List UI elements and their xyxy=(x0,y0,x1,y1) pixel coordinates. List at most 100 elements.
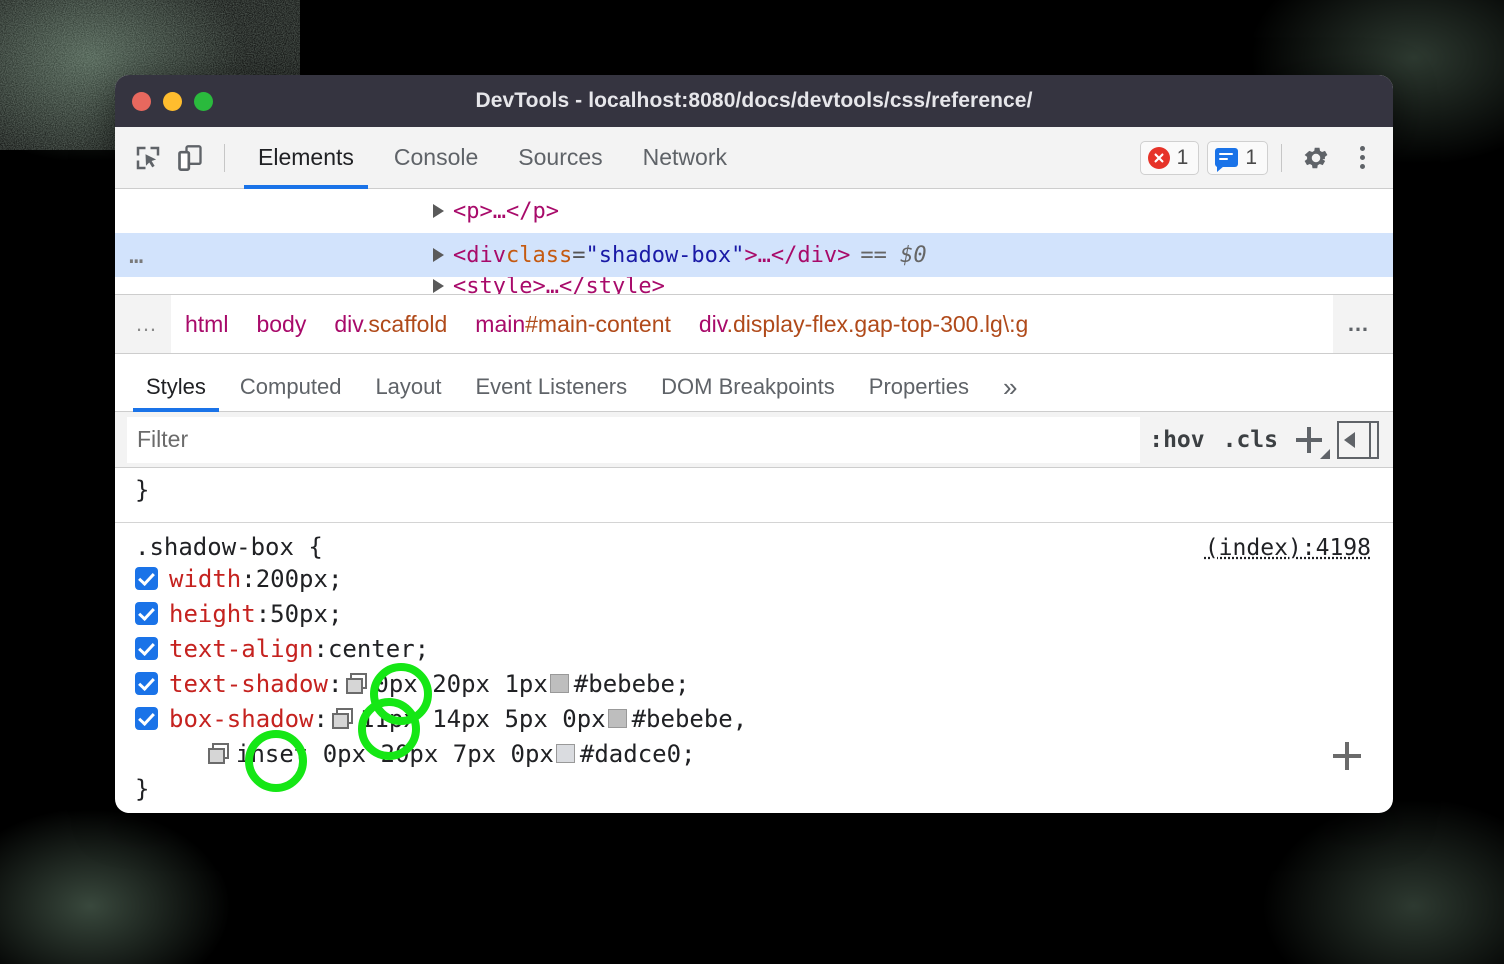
breadcrumb-overflow-left[interactable]: … xyxy=(115,295,171,353)
styles-sidebar-tabs: Styles Computed Layout Event Listeners D… xyxy=(115,354,1393,412)
message-count-label: 1 xyxy=(1245,146,1257,170)
declaration-width[interactable]: width: 200px; xyxy=(115,561,1393,596)
dom-node-div-close: </div> xyxy=(771,243,850,268)
declaration-color-text[interactable]: #dadce0; xyxy=(580,740,696,768)
dom-row[interactable]: <p>…</p> xyxy=(115,189,1393,233)
breadcrumb-item-div-flex[interactable]: div.display-flex.gap-top-300.lg\:g xyxy=(685,311,1042,338)
devtools-window: DevTools - localhost:8080/docs/devtools/… xyxy=(115,75,1393,813)
toggle-sidebar-icon[interactable] xyxy=(1337,421,1379,459)
error-count-badge[interactable]: 1 xyxy=(1140,141,1200,175)
message-icon xyxy=(1215,148,1238,167)
window-titlebar: DevTools - localhost:8080/docs/devtools/… xyxy=(115,75,1393,127)
rule-origin-link[interactable]: (index):4198 xyxy=(1205,535,1371,561)
declaration-property[interactable]: box-shadow xyxy=(169,705,314,733)
panel-tabs: Elements Console Sources Network xyxy=(238,127,747,188)
tab-styles[interactable]: Styles xyxy=(129,374,223,411)
rule-selector[interactable]: .shadow-box { xyxy=(135,533,323,561)
breadcrumb-item-html[interactable]: html xyxy=(171,311,242,338)
declaration-checkbox[interactable] xyxy=(135,602,158,625)
tab-sources[interactable]: Sources xyxy=(498,127,622,188)
declaration-property[interactable]: text-align xyxy=(169,635,314,663)
color-swatch[interactable] xyxy=(608,709,627,728)
declaration-value[interactable]: center; xyxy=(328,635,429,663)
toggle-class-button[interactable]: .cls xyxy=(1214,427,1287,453)
tab-dom-breakpoints[interactable]: DOM Breakpoints xyxy=(644,374,852,411)
expand-triangle-icon-partial[interactable] xyxy=(433,279,444,293)
declaration-checkbox[interactable] xyxy=(135,567,158,590)
expand-triangle-icon[interactable] xyxy=(433,204,444,218)
expand-triangle-icon-selected[interactable] xyxy=(433,248,444,262)
declaration-colon: : xyxy=(328,670,342,698)
declaration-value[interactable]: 50px; xyxy=(270,600,342,628)
declaration-color-text[interactable]: #bebebe, xyxy=(632,705,748,733)
dom-row-dots-selected[interactable]: … xyxy=(115,241,175,269)
close-window-button[interactable] xyxy=(132,92,151,111)
tab-computed[interactable]: Computed xyxy=(223,374,359,411)
breadcrumb-overflow-right[interactable]: … xyxy=(1333,295,1393,353)
message-count-badge[interactable]: 1 xyxy=(1207,141,1268,175)
declaration-checkbox[interactable] xyxy=(135,707,158,730)
minimize-window-button[interactable] xyxy=(163,92,182,111)
toolbar-divider-2 xyxy=(1281,144,1282,172)
breadcrumb-items: html body div.scaffold main#main-content… xyxy=(171,295,1333,353)
declaration-property[interactable]: width xyxy=(169,565,241,593)
shadow-editor-icon[interactable] xyxy=(332,708,356,730)
new-style-rule-button[interactable] xyxy=(1287,418,1331,462)
gear-icon[interactable] xyxy=(1295,137,1337,179)
declaration-box-shadow-continuation[interactable]: inset 0px 20px 7px 0px #dadce0; xyxy=(115,736,1393,771)
rule-selector-line: .shadow-box { (index):4198 xyxy=(115,533,1393,561)
styles-filter-bar: :hov .cls xyxy=(115,412,1393,468)
styles-rules-pane: } .shadow-box { (index):4198 width: 200p… xyxy=(115,468,1393,788)
inspect-element-icon[interactable] xyxy=(127,137,169,179)
breadcrumb: … html body div.scaffold main#main-conte… xyxy=(115,294,1393,354)
tab-layout[interactable]: Layout xyxy=(358,374,458,411)
declaration-text-shadow[interactable]: text-shadow: 0px 20px 1px #bebebe; xyxy=(115,666,1393,701)
breadcrumb-item-body[interactable]: body xyxy=(242,311,320,338)
device-toolbar-icon[interactable] xyxy=(169,137,211,179)
error-icon xyxy=(1148,147,1170,169)
dom-attr-value: "shadow-box" xyxy=(585,243,744,268)
declaration-property[interactable]: height xyxy=(169,600,256,628)
declaration-colon: : xyxy=(314,635,328,663)
declaration-value[interactable]: 200px; xyxy=(256,565,343,593)
tab-network[interactable]: Network xyxy=(623,127,747,188)
more-tabs-chevron-icon[interactable]: » xyxy=(986,372,1034,411)
dom-selection-marker: == $0 xyxy=(860,243,926,268)
toggle-element-state-button[interactable]: :hov xyxy=(1140,427,1213,453)
declaration-value[interactable]: inset 0px 20px 7px 0px xyxy=(236,740,554,768)
toolbar-divider xyxy=(224,144,225,172)
dom-node-div-open: <div xyxy=(453,243,506,268)
declaration-checkbox[interactable] xyxy=(135,637,158,660)
dom-node-gt: > xyxy=(744,243,757,268)
error-count-label: 1 xyxy=(1177,146,1189,170)
maximize-window-button[interactable] xyxy=(194,92,213,111)
dom-tree[interactable]: <p>…</p> … <div class="shadow-box">…</di… xyxy=(115,189,1393,294)
dom-attr-eq: = xyxy=(572,243,585,268)
dom-node-ellipsis: … xyxy=(758,243,771,268)
breadcrumb-item-div-scaffold[interactable]: div.scaffold xyxy=(320,311,461,338)
declaration-text-align[interactable]: text-align: center; xyxy=(115,631,1393,666)
color-swatch[interactable] xyxy=(556,744,575,763)
declaration-value[interactable]: 11px 14px 5px 0px xyxy=(360,705,606,733)
declaration-property[interactable]: text-shadow xyxy=(169,670,328,698)
declaration-height[interactable]: height: 50px; xyxy=(115,596,1393,631)
tab-console[interactable]: Console xyxy=(374,127,498,188)
tab-event-listeners[interactable]: Event Listeners xyxy=(459,374,645,411)
previous-rule-closing-brace: } xyxy=(115,468,1393,523)
filter-input[interactable] xyxy=(127,417,1140,463)
dom-row-partial[interactable]: <style>…</style> xyxy=(115,277,1393,294)
add-new-rule-button[interactable] xyxy=(1327,736,1367,776)
kebab-menu-icon[interactable] xyxy=(1345,138,1379,178)
breadcrumb-item-main-content[interactable]: main#main-content xyxy=(461,311,685,338)
dom-node-partial: <style>…</style> xyxy=(453,277,665,294)
dom-row-selected[interactable]: … <div class="shadow-box">…</div>== $0 xyxy=(115,233,1393,277)
color-swatch[interactable] xyxy=(550,674,569,693)
declaration-checkbox[interactable] xyxy=(135,672,158,695)
shadow-editor-icon[interactable] xyxy=(346,673,370,695)
tab-properties[interactable]: Properties xyxy=(852,374,986,411)
declaration-box-shadow[interactable]: box-shadow: 11px 14px 5px 0px#bebebe, xyxy=(115,701,1393,736)
shadow-editor-icon[interactable] xyxy=(208,743,232,765)
tab-elements[interactable]: Elements xyxy=(238,127,374,188)
declaration-color-text[interactable]: #bebebe; xyxy=(574,670,690,698)
declaration-value[interactable]: 0px 20px 1px xyxy=(374,670,547,698)
